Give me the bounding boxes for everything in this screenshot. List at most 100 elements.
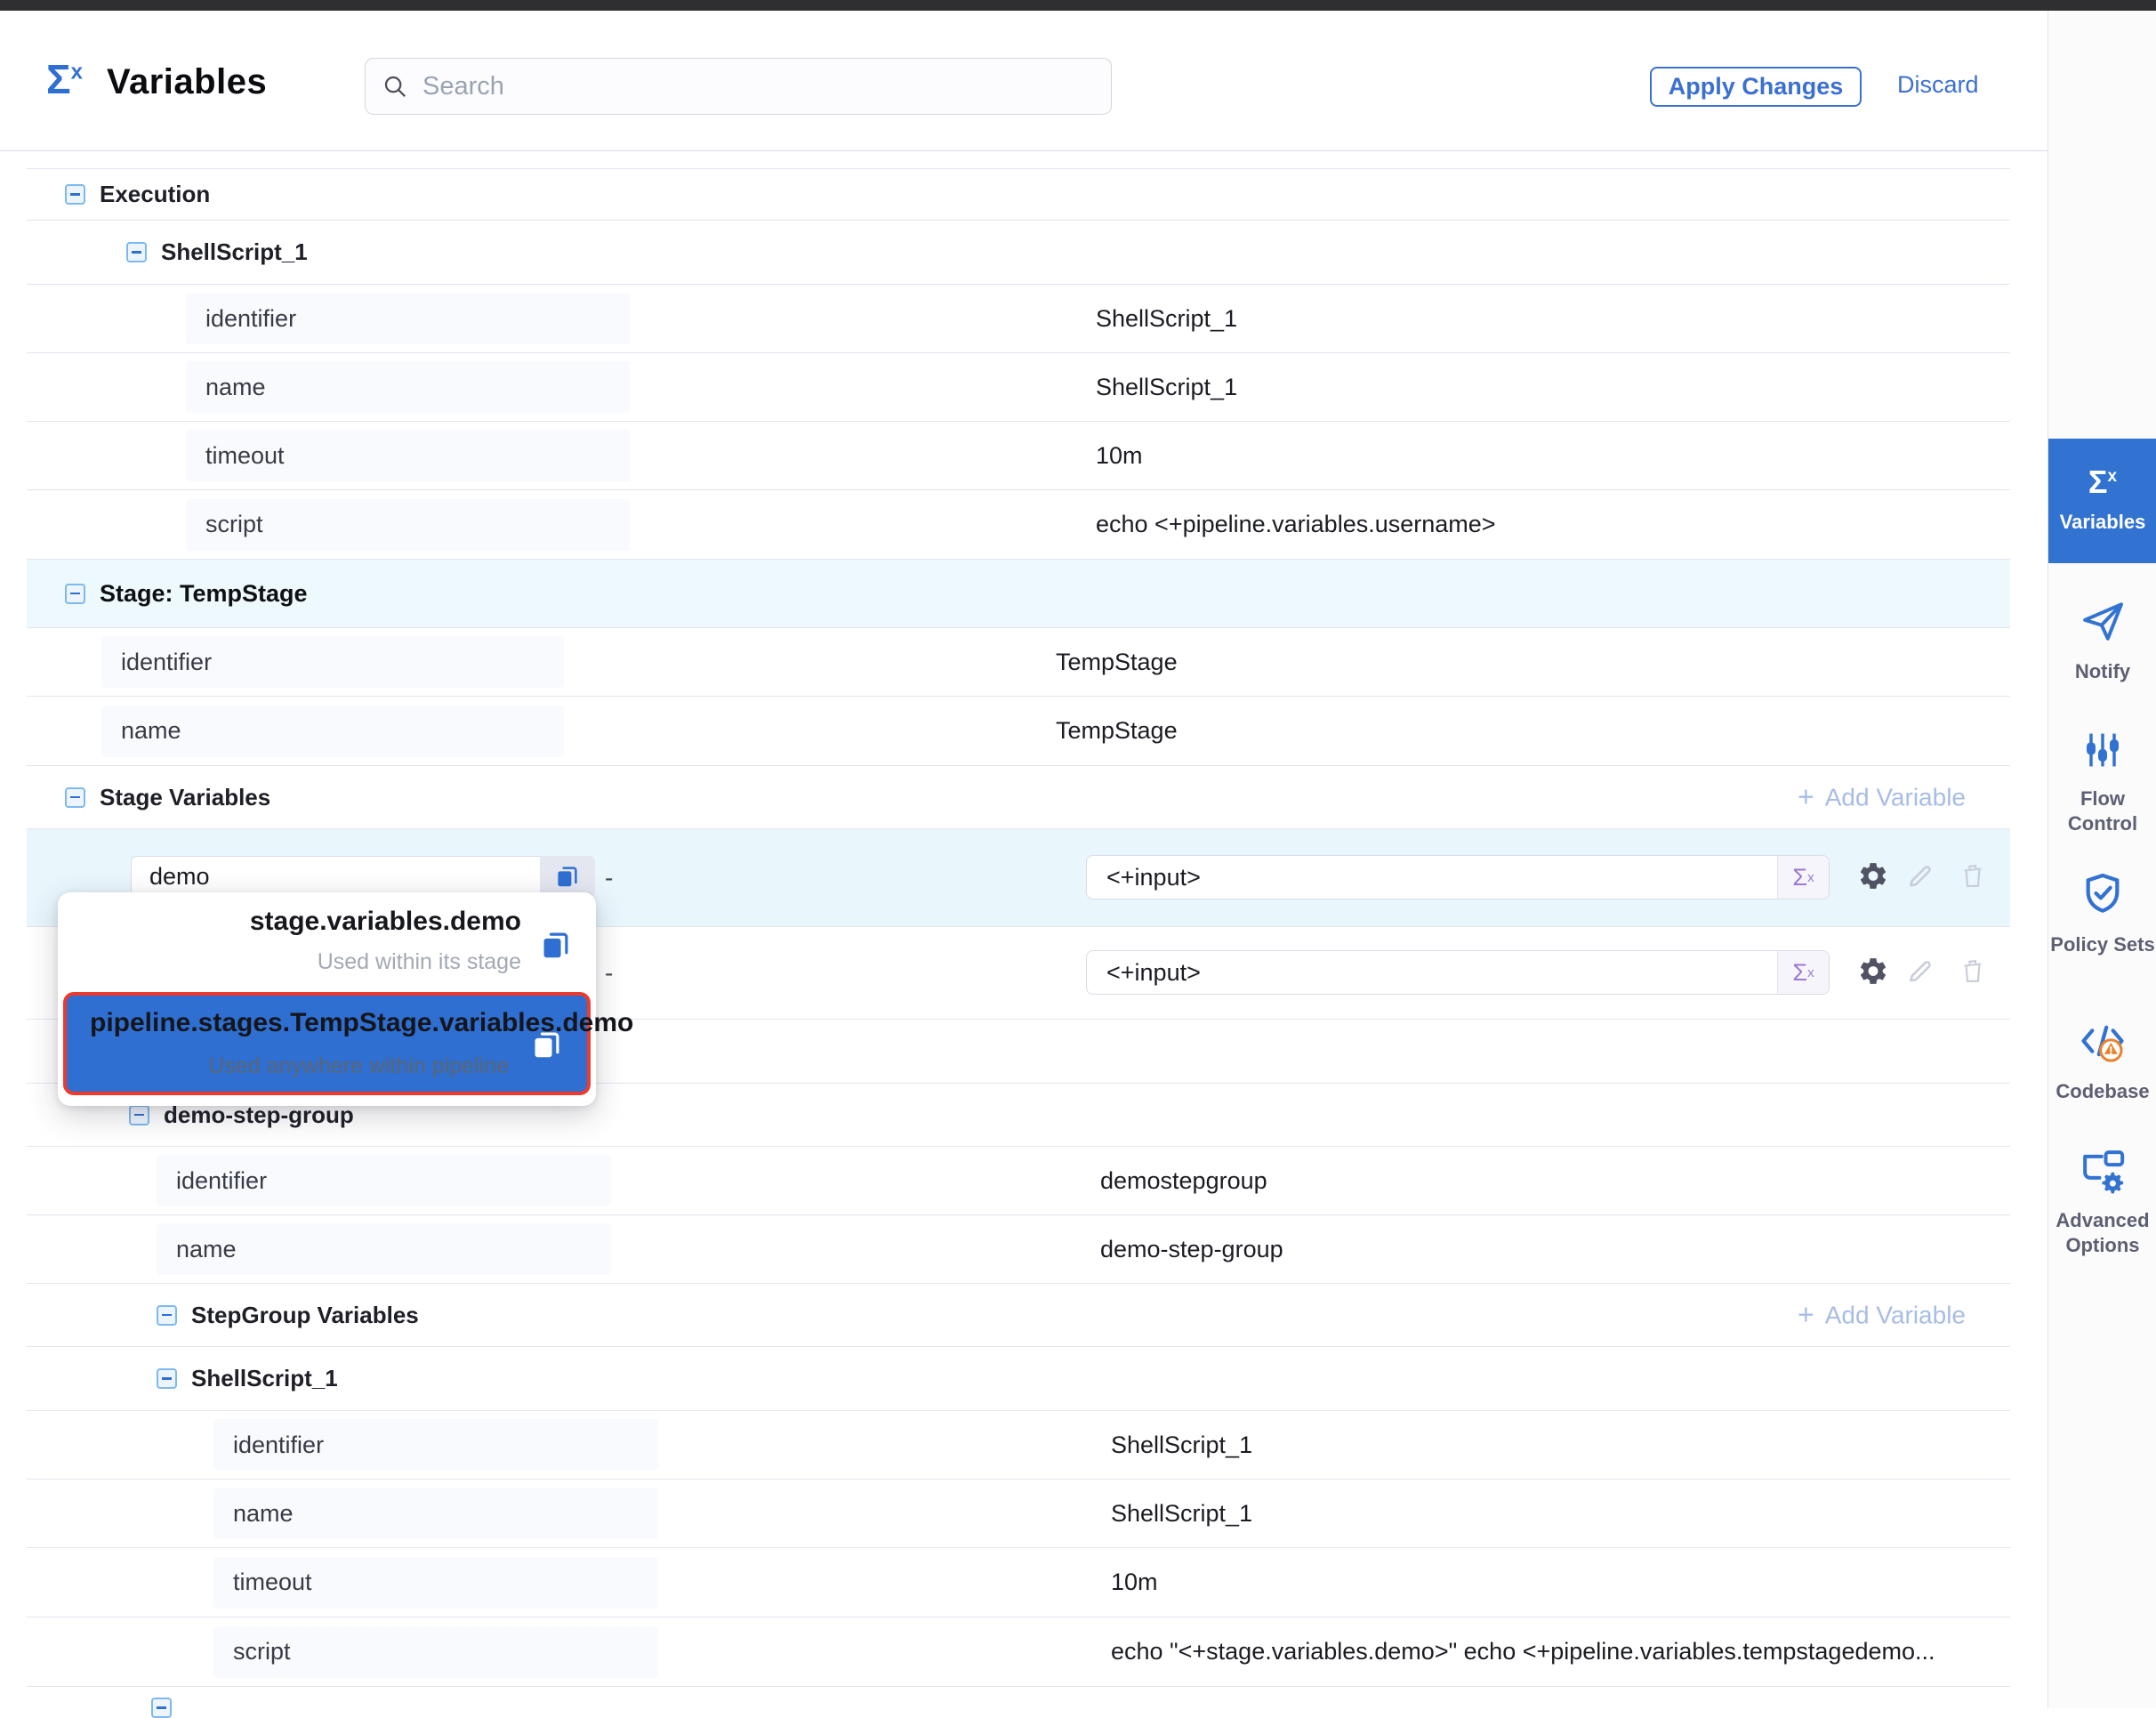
variable-value-field[interactable]: <+input> Σx: [1086, 950, 1830, 995]
required-dash: -: [605, 959, 613, 988]
row-field-identifier: identifier demostepgroup: [27, 1146, 2010, 1214]
row-execution: Execution: [27, 168, 2010, 220]
variables-panel-header: Σx Variables Apply Changes Discard: [0, 11, 2047, 151]
collapse-icon[interactable]: [126, 242, 147, 262]
copy-button[interactable]: [540, 856, 595, 897]
search-input[interactable]: [422, 72, 1095, 101]
variable-path-popup: stage.variables.demo Used within its sta…: [58, 892, 596, 1106]
copy-button[interactable]: [539, 928, 573, 966]
field-label-chip: script: [213, 1626, 658, 1678]
field-value: 10m: [1096, 442, 1143, 470]
field-value: ShellScript_1: [1111, 1432, 1252, 1459]
section-label: Stage Variables: [100, 784, 270, 811]
field-value: demostepgroup: [1100, 1167, 1267, 1195]
settings-gear-icon[interactable]: [1857, 859, 1889, 896]
field-label-chip: identifier: [101, 636, 564, 688]
field-value: ShellScript_1: [1096, 305, 1237, 333]
popup-item-pipeline-scope[interactable]: pipeline.stages.TempStage.variables.demo…: [63, 992, 591, 1095]
row-field-timeout: timeout 10m: [27, 421, 2010, 489]
field-label-chip: identifier: [186, 293, 631, 344]
delete-trash-icon[interactable]: [1959, 861, 1987, 894]
collapse-icon[interactable]: [129, 1105, 149, 1125]
row-field-name: name ShellScript_1: [27, 352, 2010, 421]
variable-value-field[interactable]: <+input> Σx: [1086, 855, 1830, 899]
row-field-name: name ShellScript_1: [27, 1479, 2010, 1547]
row-field-identifier: identifier TempStage: [27, 627, 2010, 696]
code-brackets-icon: [2078, 1016, 2128, 1066]
field-value: TempStage: [1056, 717, 1178, 745]
sidebar-item-advanced-options[interactable]: Advanced Options: [2048, 1145, 2156, 1258]
variable-name-input[interactable]: [131, 856, 540, 897]
field-label-chip: timeout: [186, 430, 631, 481]
edit-pencil-icon[interactable]: [1905, 956, 1935, 990]
variables-sigma-icon: Σx: [2088, 464, 2117, 501]
sidebar-item-variables[interactable]: Σx Variables: [2048, 439, 2156, 563]
field-label-chip: identifier: [157, 1155, 611, 1206]
row-sg-shellscript1: ShellScript_1: [27, 1346, 2010, 1410]
copy-icon: [530, 1028, 564, 1061]
apply-changes-button[interactable]: Apply Changes: [1650, 67, 1862, 107]
row-field-name: name TempStage: [27, 696, 2010, 765]
field-value: demo-step-group: [1100, 1236, 1283, 1263]
section-label: ShellScript_1: [191, 1365, 338, 1392]
row-field-timeout: timeout 10m: [27, 1547, 2010, 1617]
collapse-icon[interactable]: [65, 584, 85, 604]
row-stepgroup-variables: StepGroup Variables +Add Variable: [27, 1283, 2010, 1346]
paper-plane-icon: [2078, 596, 2128, 646]
section-label: Stage: TempStage: [100, 580, 308, 608]
collapse-icon[interactable]: [157, 1368, 177, 1389]
row-field-script: script echo "<+stage.variables.demo>" ec…: [27, 1617, 2010, 1686]
collapse-icon[interactable]: [65, 184, 85, 205]
search-box[interactable]: [365, 58, 1112, 115]
search-icon: [382, 73, 408, 100]
row-stage-tempstage: Stage: TempStage: [27, 559, 2010, 627]
plus-icon: +: [1798, 1299, 1814, 1332]
variables-sigma-icon: Σx: [46, 55, 83, 103]
discard-button[interactable]: Discard: [1897, 71, 1979, 99]
field-value: 10m: [1111, 1569, 1158, 1596]
page-title: Variables: [107, 62, 267, 102]
delete-trash-icon[interactable]: [1959, 956, 1987, 989]
popup-item-stage-scope[interactable]: stage.variables.demo Used within its sta…: [76, 907, 521, 975]
row-field-name: name demo-step-group: [27, 1214, 2010, 1283]
edit-pencil-icon[interactable]: [1905, 860, 1935, 895]
field-value: ShellScript_1: [1096, 374, 1237, 401]
row-field-identifier: identifier ShellScript_1: [27, 1410, 2010, 1479]
collapse-icon[interactable]: [157, 1305, 177, 1326]
field-label-chip: name: [101, 706, 564, 757]
copy-icon: [539, 928, 573, 962]
field-label-chip: identifier: [213, 1419, 658, 1471]
field-label-chip: name: [213, 1488, 658, 1539]
section-label: StepGroup Variables: [191, 1302, 419, 1329]
row-field-script: script echo <+pipeline.variables.usernam…: [27, 489, 2010, 559]
browser-top-bar: [0, 0, 2156, 11]
field-value: TempStage: [1056, 649, 1178, 676]
field-label-chip: name: [157, 1223, 611, 1275]
field-value: echo <+pipeline.variables.username>: [1096, 511, 1496, 538]
plus-icon: +: [1798, 781, 1814, 814]
sidebar-item-codebase[interactable]: Codebase: [2048, 1016, 2156, 1104]
expression-toggle-icon[interactable]: Σx: [1777, 856, 1829, 899]
copy-button[interactable]: [530, 1028, 564, 1066]
row-shellscript1: ShellScript_1: [27, 220, 2010, 284]
sidebar-item-flow-control[interactable]: Flow Control: [2048, 727, 2156, 836]
section-label: ShellScript_1: [161, 238, 308, 266]
sidebar-item-notify[interactable]: Notify: [2048, 596, 2156, 684]
expression-toggle-icon[interactable]: Σx: [1777, 951, 1829, 994]
field-label-chip: script: [186, 499, 631, 551]
add-variable-button[interactable]: +Add Variable: [1798, 1299, 1966, 1332]
sliders-icon: [2080, 727, 2126, 773]
row-field-identifier: identifier ShellScript_1: [27, 284, 2010, 352]
settings-gear-icon[interactable]: [1857, 955, 1889, 991]
right-sidebar: Σx Variables Notify Flow Control Policy …: [2047, 11, 2156, 1708]
section-label: Execution: [100, 181, 210, 208]
row-stage-variables: Stage Variables +Add Variable: [27, 765, 2010, 828]
collapse-icon[interactable]: [65, 787, 85, 808]
field-value: echo "<+stage.variables.demo>" echo <+pi…: [1111, 1638, 1935, 1666]
required-dash: -: [605, 864, 613, 892]
advanced-options-icon: [2078, 1145, 2128, 1195]
copy-icon: [554, 863, 581, 890]
sidebar-item-policy-sets[interactable]: Policy Sets: [2048, 869, 2156, 957]
field-value: ShellScript_1: [1111, 1500, 1252, 1528]
add-variable-button[interactable]: +Add Variable: [1798, 781, 1966, 814]
